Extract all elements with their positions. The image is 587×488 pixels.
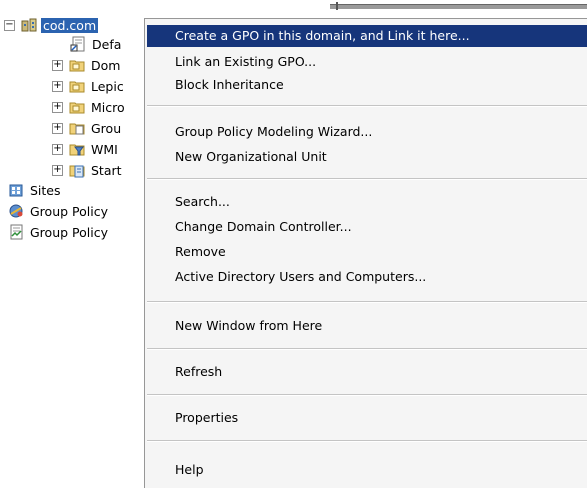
expand-icon[interactable]: + xyxy=(52,143,63,155)
menu-separator xyxy=(147,394,587,396)
tree-node-label: Group Policy xyxy=(30,203,108,219)
menu-item-help[interactable]: Help xyxy=(147,459,587,481)
gpo-folder-icon xyxy=(69,120,85,136)
expand-icon[interactable]: + xyxy=(52,164,63,176)
menu-item-ad-users-computers[interactable]: Active Directory Users and Computers... xyxy=(147,266,587,288)
menu-item-refresh[interactable]: Refresh xyxy=(147,361,587,383)
tree-node-label: Micro xyxy=(91,99,125,115)
expand-icon[interactable]: + xyxy=(52,101,63,113)
gpo-link-icon xyxy=(70,36,86,52)
ou-folder-icon xyxy=(69,57,85,73)
gp-modeling-icon xyxy=(8,203,24,219)
tree-node-label: Group Policy xyxy=(30,224,108,240)
menu-item-create-gpo-and-link[interactable]: Create a GPO in this domain, and Link it… xyxy=(147,25,587,47)
pane-divider-tick xyxy=(336,2,338,10)
gp-results-icon xyxy=(8,224,24,240)
menu-item-remove[interactable]: Remove xyxy=(147,241,587,263)
tree-node-label: WMI xyxy=(91,141,118,157)
starter-gpo-icon xyxy=(69,162,85,178)
tree-node-label: Defa xyxy=(92,36,122,52)
tree-node-wmi-filters[interactable]: + WMI xyxy=(52,139,120,159)
pane-divider xyxy=(330,4,587,9)
tree-node-label: Start xyxy=(91,162,122,178)
tree-node-ou[interactable]: + Micro xyxy=(52,97,127,117)
menu-item-search[interactable]: Search... xyxy=(147,191,587,213)
menu-item-gp-modeling-wizard[interactable]: Group Policy Modeling Wizard... xyxy=(147,121,587,143)
collapse-icon[interactable]: − xyxy=(4,19,15,31)
tree-node-gp-modeling[interactable]: Group Policy xyxy=(8,201,110,221)
menu-separator xyxy=(147,301,587,303)
tree-node-domain[interactable]: − cod.com xyxy=(4,15,99,35)
tree-node-gpo-container[interactable]: + Grou xyxy=(52,118,123,138)
tree-node-label: Sites xyxy=(30,182,61,198)
ou-folder-icon xyxy=(69,99,85,115)
menu-item-new-window[interactable]: New Window from Here xyxy=(147,315,587,337)
menu-separator xyxy=(147,440,587,442)
menu-item-new-ou[interactable]: New Organizational Unit xyxy=(147,146,587,168)
menu-separator xyxy=(147,105,587,107)
expand-icon[interactable]: + xyxy=(52,122,63,134)
tree-node-label: cod.com xyxy=(41,17,99,33)
sites-icon xyxy=(8,182,24,198)
tree-node-label: Lepic xyxy=(91,78,124,94)
tree-node-starter-gpos[interactable]: + Start xyxy=(52,160,124,180)
tree-node-ou[interactable]: + Dom xyxy=(52,55,122,75)
menu-item-link-existing-gpo[interactable]: Link an Existing GPO... xyxy=(147,51,587,73)
menu-separator xyxy=(147,348,587,350)
tree-node-label: Dom xyxy=(91,57,121,73)
expand-icon[interactable]: + xyxy=(52,59,63,71)
menu-item-block-inheritance[interactable]: Block Inheritance xyxy=(147,74,587,96)
domain-icon xyxy=(21,17,37,33)
ou-folder-icon xyxy=(69,78,85,94)
menu-item-change-domain-controller[interactable]: Change Domain Controller... xyxy=(147,216,587,238)
expand-icon[interactable]: + xyxy=(52,80,63,92)
tree-node-label: Grou xyxy=(91,120,122,136)
menu-separator xyxy=(147,178,587,180)
context-menu: Create a GPO in this domain, and Link it… xyxy=(144,18,587,488)
tree-node-default-policy[interactable]: Defa xyxy=(70,34,123,54)
tree-node-gp-results[interactable]: Group Policy xyxy=(8,222,110,242)
tree-node-ou[interactable]: + Lepic xyxy=(52,76,126,96)
tree-node-sites[interactable]: Sites xyxy=(8,180,63,200)
menu-item-properties[interactable]: Properties xyxy=(147,407,587,429)
wmi-filter-icon xyxy=(69,141,85,157)
